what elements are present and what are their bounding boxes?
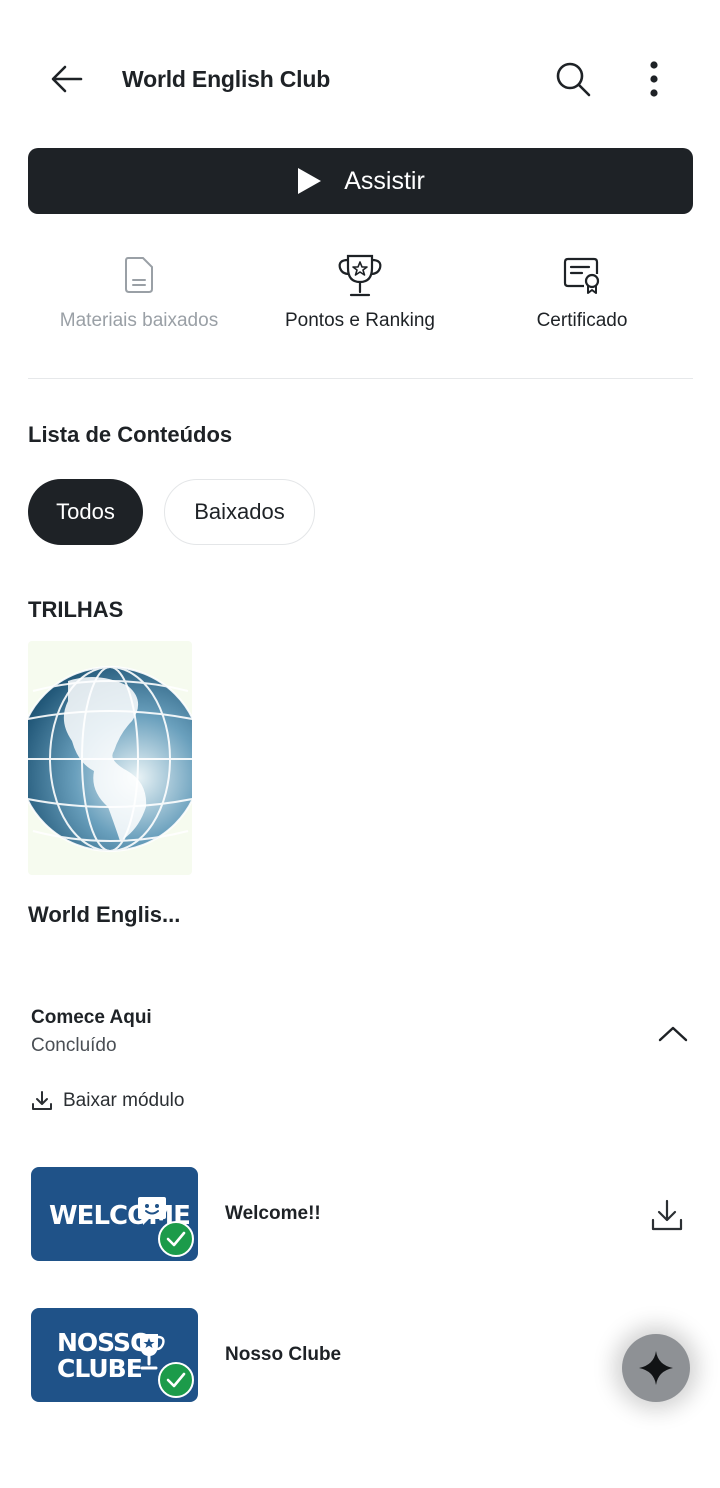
download-icon	[32, 1091, 52, 1110]
collapse-module-button[interactable]	[653, 1019, 693, 1049]
content-list-title: Lista de Conteúdos	[28, 422, 233, 447]
download-module-button[interactable]: Baixar módulo	[31, 1086, 184, 1116]
module-title: Comece Aqui	[31, 1007, 152, 1028]
module-header[interactable]: Comece Aqui Concluído	[31, 1005, 691, 1065]
lesson-title: Welcome!!	[225, 1203, 321, 1224]
assistant-fab[interactable]	[622, 1334, 690, 1402]
trophy-icon	[338, 254, 382, 297]
download-icon	[651, 1199, 683, 1231]
top-app-bar: World English Club	[0, 40, 720, 118]
completed-check-icon	[158, 1362, 194, 1398]
downloaded-materials-label: Materiais baixados	[59, 310, 219, 331]
watch-button[interactable]: Assistir	[28, 148, 693, 214]
lesson-thumbnail: WELCOME	[31, 1167, 198, 1261]
filter-chip-all[interactable]: Todos	[28, 479, 143, 545]
page-title: World English Club	[122, 66, 331, 92]
certificate-button[interactable]: Certificado	[471, 250, 693, 340]
lesson-thumbnail: NOSSO CLUBE	[31, 1308, 198, 1402]
track-card-thumbnail[interactable]	[28, 641, 192, 875]
chat-smiley-icon	[138, 1197, 166, 1225]
certificate-icon	[563, 257, 600, 294]
trilhas-section-title: TRILHAS	[28, 597, 124, 622]
watch-button-label: Assistir	[344, 166, 425, 195]
lesson-title: Nosso Clube	[225, 1344, 342, 1365]
globe-image	[28, 666, 192, 852]
quick-actions: Materiais baixados Pontos e Ranking Cert…	[28, 250, 693, 340]
downloaded-materials-button[interactable]: Materiais baixados	[28, 250, 250, 340]
trophy-icon	[133, 1334, 165, 1370]
points-ranking-label: Pontos e Ranking	[285, 310, 435, 331]
points-ranking-button[interactable]: Pontos e Ranking	[249, 250, 471, 340]
module-status: Concluído	[31, 1035, 117, 1056]
more-options-button[interactable]	[634, 56, 674, 102]
lesson-thumbnail-text: CLUBE	[57, 1354, 143, 1383]
completed-check-icon	[158, 1221, 194, 1257]
lesson-item[interactable]: NOSSO CLUBE Nosso Clube	[31, 1308, 693, 1402]
arrow-left-icon	[51, 65, 83, 93]
sparkle-icon	[639, 1351, 673, 1385]
download-lesson-button[interactable]	[647, 1195, 687, 1235]
play-icon	[298, 168, 322, 194]
back-button[interactable]	[44, 58, 90, 100]
certificate-label: Certificado	[536, 310, 628, 331]
search-button[interactable]	[550, 56, 596, 102]
chevron-up-icon	[658, 1026, 688, 1042]
download-module-label: Baixar módulo	[63, 1090, 185, 1111]
divider	[28, 378, 693, 379]
document-icon	[125, 257, 153, 293]
filter-chip-downloaded[interactable]: Baixados	[164, 479, 315, 545]
track-card-title[interactable]: World Englis...	[28, 902, 180, 928]
search-icon	[556, 62, 591, 97]
lesson-item[interactable]: WELCOME Welcome!!	[31, 1167, 693, 1261]
more-vertical-icon	[650, 61, 658, 97]
